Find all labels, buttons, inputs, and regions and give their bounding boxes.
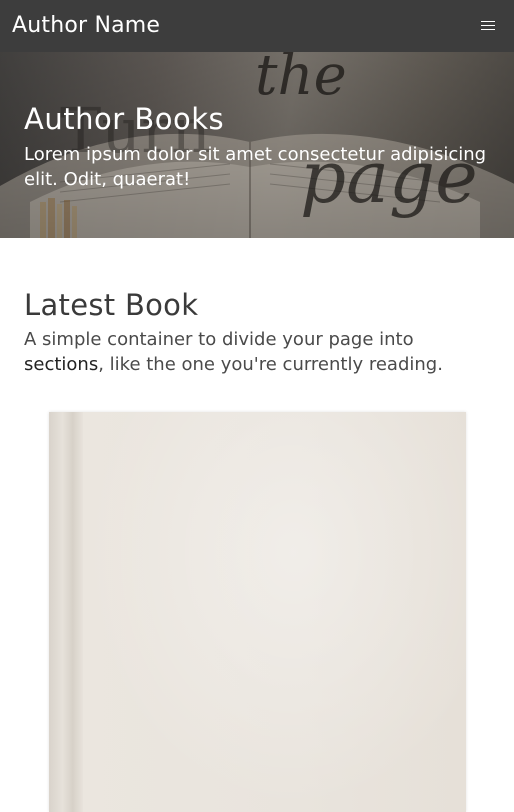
hero-banner: the page Turn Author Books Lorem ipsum d…	[0, 52, 514, 238]
section-text-before: A simple container to divide your page i…	[24, 329, 414, 350]
latest-book-cover-image	[49, 412, 466, 812]
hero-title: Author Books	[24, 102, 225, 136]
book-spine	[49, 412, 83, 812]
section-text-strong: sections	[24, 354, 99, 375]
hero-subtitle: Lorem ipsum dolor sit amet consectetur a…	[24, 144, 487, 190]
section-text-after: , like the one you're currently reading.	[98, 354, 443, 375]
top-navbar: Author Name	[0, 0, 514, 52]
hamburger-menu-icon[interactable]	[476, 14, 500, 38]
brand-link[interactable]: Author Name	[12, 11, 160, 41]
section-description: A simple container to divide your page i…	[24, 327, 494, 377]
section-title: Latest Book	[24, 288, 199, 322]
